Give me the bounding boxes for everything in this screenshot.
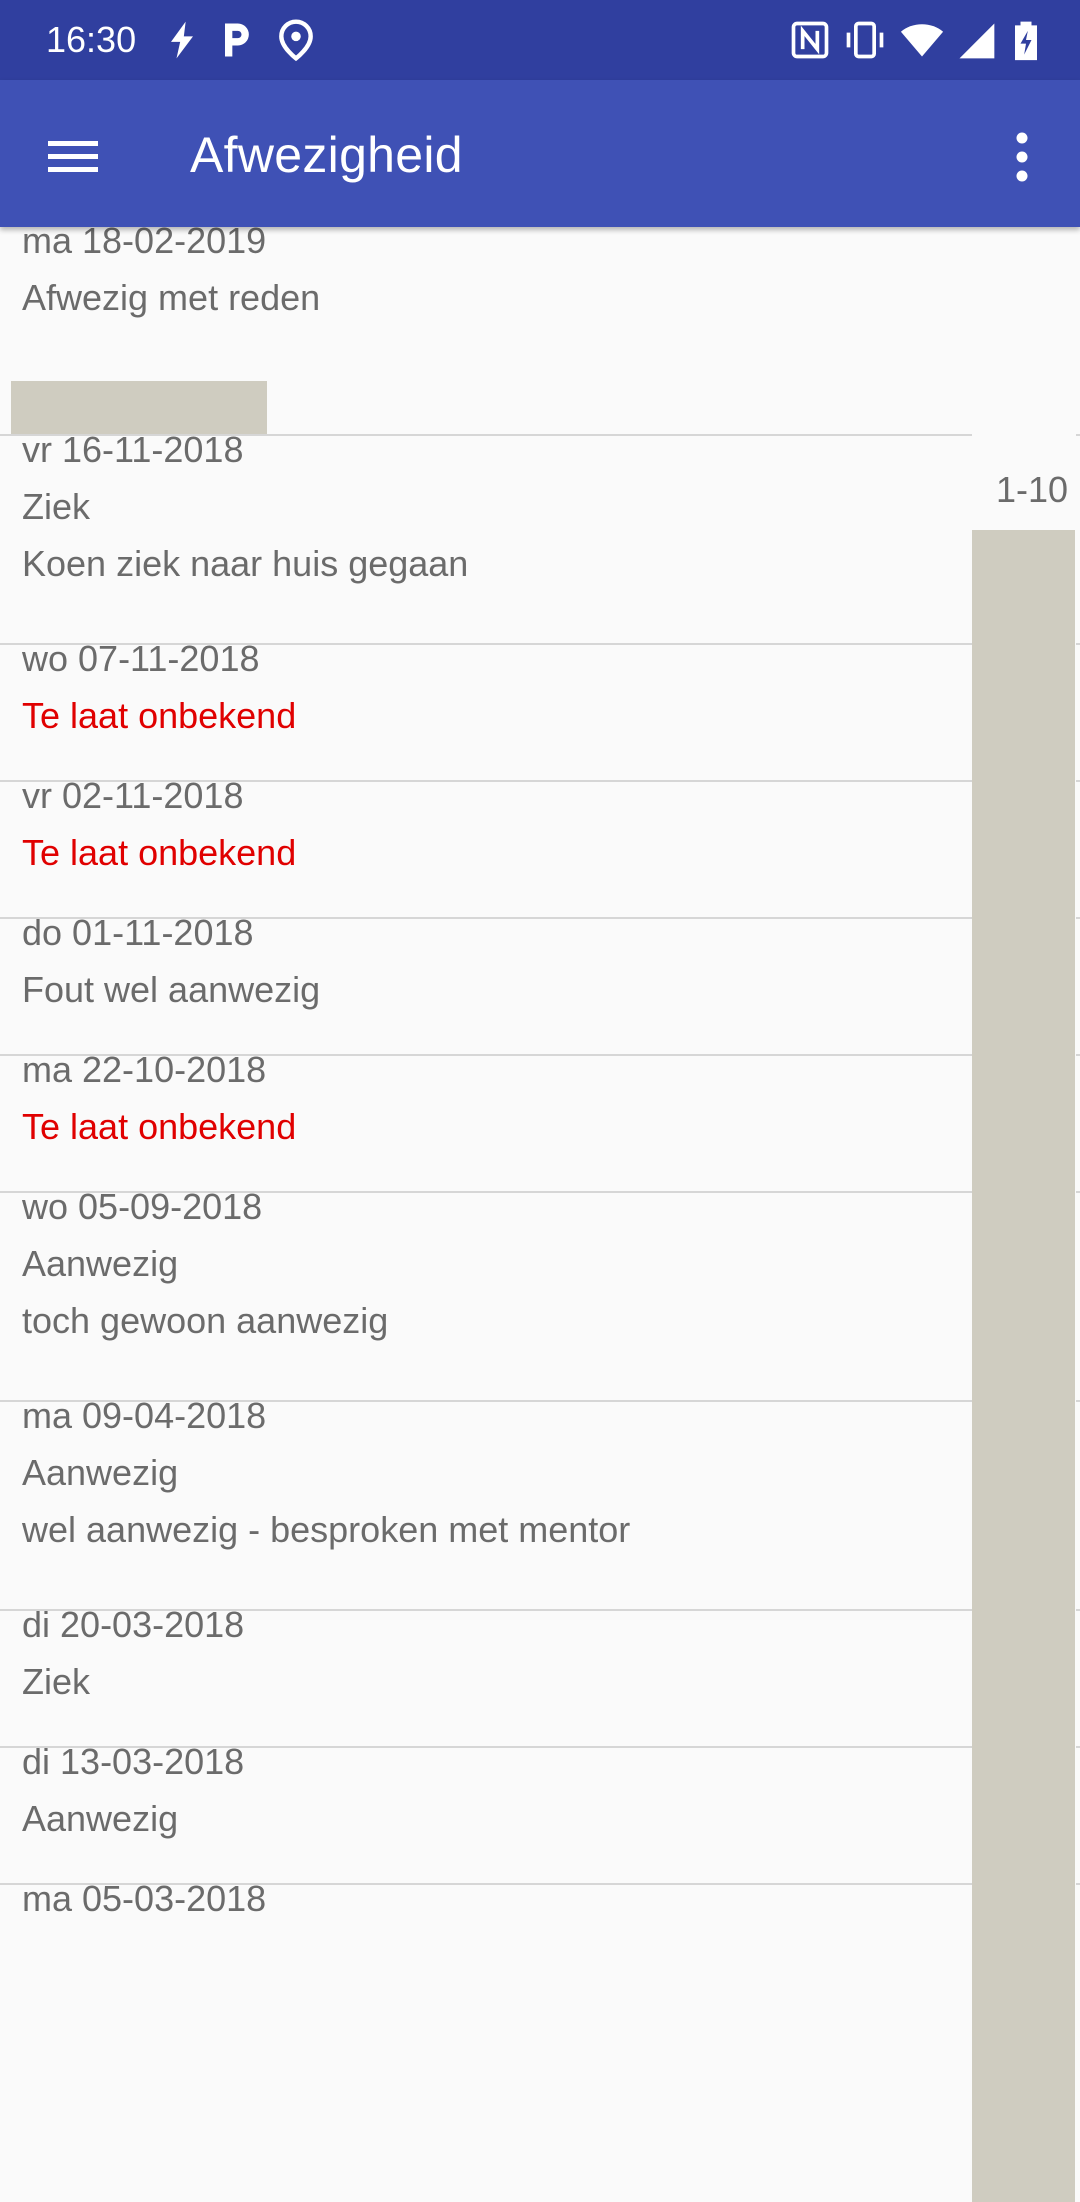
absence-row[interactable]: vr 02-11-2018 Te laat onbekend <box>0 775 972 919</box>
app-toolbar: Afwezigheid <box>0 80 1080 227</box>
absence-type: Aanwezig <box>22 1243 179 1284</box>
absence-type: Te laat onbekend <box>22 695 297 736</box>
absence-date: ma 05-03-2018 <box>22 1878 267 1919</box>
row-divider <box>1076 1883 1080 1885</box>
absence-note: toch gewoon aanwezig <box>22 1300 389 1341</box>
absence-date: vr 02-11-2018 <box>22 775 244 816</box>
absence-type: Afwezig met reden <box>22 277 321 318</box>
parking-icon <box>225 23 249 57</box>
row-divider <box>1076 1191 1080 1193</box>
wifi-icon <box>900 24 944 57</box>
absence-marker <box>11 381 267 434</box>
absence-type: Te laat onbekend <box>22 1106 297 1147</box>
absence-note: wel aanwezig - besproken met mentor <box>22 1509 631 1550</box>
row-divider <box>1076 1054 1080 1056</box>
lesson-marker-column <box>972 530 1075 2202</box>
absence-row[interactable]: ma 09-04-2018 Aanwezig wel aanwezig - besp… <box>0 1395 972 1611</box>
absence-row[interactable]: ma 05-03-2018 <box>0 1878 972 1973</box>
absence-list: 1-10 ma 18-02-2019 Afwezig met reden vr 16… <box>0 220 1080 2202</box>
page-title: Afwezigheid <box>190 127 463 183</box>
lightning-icon <box>171 21 193 59</box>
absence-date: di 20-03-2018 <box>22 1604 245 1645</box>
location-icon <box>279 19 313 62</box>
absence-date: wo 05-09-2018 <box>22 1186 263 1227</box>
row-divider <box>1076 1609 1080 1611</box>
absence-type: Ziek <box>22 1661 91 1702</box>
absence-date: di 13-03-2018 <box>22 1741 245 1782</box>
vibrate-icon <box>846 21 884 59</box>
absence-date: wo 07-11-2018 <box>22 638 260 679</box>
signal-icon <box>959 23 995 59</box>
absence-date: ma 09-04-2018 <box>22 1395 267 1436</box>
row-divider <box>1076 643 1080 645</box>
absence-type: Aanwezig <box>22 1798 179 1839</box>
absence-date: vr 16-11-2018 <box>22 429 244 470</box>
absence-type: Aanwezig <box>22 1452 179 1493</box>
row-divider <box>1076 1400 1080 1402</box>
absence-row[interactable]: vr 16-11-2018 Ziek Koen ziek naar huis geg… <box>0 429 972 645</box>
hamburger-menu-icon[interactable] <box>38 121 108 191</box>
absence-date: do 01-11-2018 <box>22 912 254 953</box>
nfc-icon <box>791 21 829 59</box>
absence-type: Te laat onbekend <box>22 832 297 873</box>
more-vertical-icon[interactable] <box>1000 125 1044 189</box>
absence-row[interactable]: wo 07-11-2018 Te laat onbekend <box>0 638 972 782</box>
absence-row[interactable]: di 20-03-2018 Ziek <box>0 1604 972 1748</box>
absence-row[interactable]: wo 05-09-2018 Aanwezig toch gewoon aanwezi… <box>0 1186 972 1402</box>
absence-row[interactable]: di 13-03-2018 Aanwezig <box>0 1741 972 1885</box>
status-bar: 16:30 <box>0 0 1080 80</box>
row-divider <box>1076 917 1080 919</box>
row-divider <box>1076 434 1080 436</box>
absence-date: ma 22-10-2018 <box>22 1049 267 1090</box>
absence-note: Koen ziek naar huis gegaan <box>22 543 469 584</box>
battery-charging-icon <box>1015 21 1037 61</box>
absence-type: Ziek <box>22 486 91 527</box>
absence-type: Fout wel aanwezig <box>22 969 321 1010</box>
absence-row[interactable]: do 01-11-2018 Fout wel aanwezig <box>0 912 972 1056</box>
lessons-range-label: 1-10 <box>996 469 1069 510</box>
absence-row[interactable]: ma 18-02-2019 Afwezig met reden <box>0 220 972 436</box>
status-time: 16:30 <box>46 19 137 60</box>
row-divider <box>1076 1746 1080 1748</box>
absence-row[interactable]: ma 22-10-2018 Te laat onbekend <box>0 1049 972 1193</box>
row-divider <box>1076 780 1080 782</box>
